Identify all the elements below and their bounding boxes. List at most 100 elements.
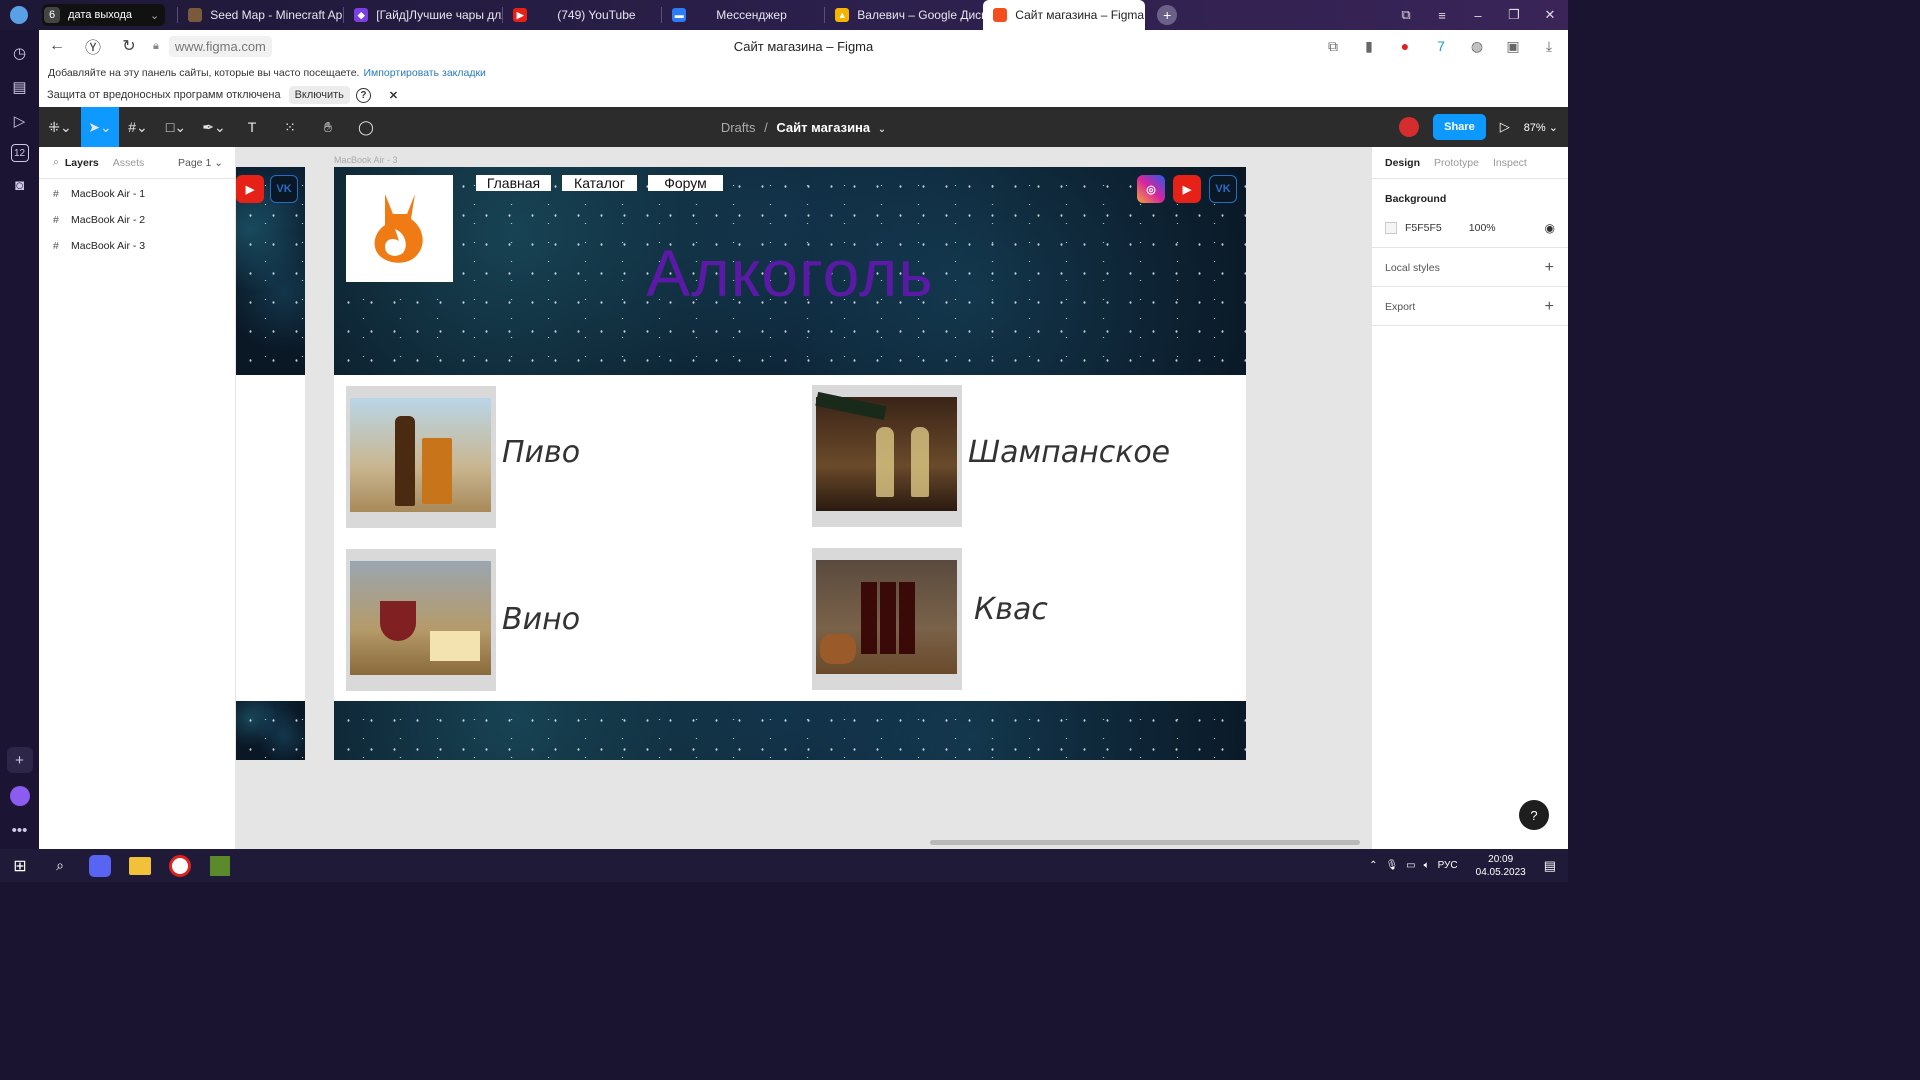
microphone-icon[interactable]: 🎙︎: [1385, 860, 1398, 871]
file-name[interactable]: Сайт магазина: [776, 120, 870, 135]
tab-group[interactable]: 6 дата выхода ⌄: [42, 4, 166, 26]
plus-icon[interactable]: +: [1545, 298, 1554, 316]
vk-icon[interactable]: VK: [1209, 175, 1237, 203]
new-tab-button[interactable]: +: [1145, 0, 1189, 30]
more-icon[interactable]: •••: [9, 819, 31, 841]
horizontal-scrollbar[interactable]: [930, 840, 1360, 845]
color-swatch[interactable]: [1385, 222, 1397, 234]
maximize-icon[interactable]: ❐: [1496, 7, 1532, 23]
frame-label[interactable]: MacBook Air - 3: [334, 155, 398, 165]
tab-youtube[interactable]: ▶ (749) YouTube: [503, 0, 661, 30]
collections-icon[interactable]: ▣: [1502, 38, 1524, 55]
search-icon[interactable]: ⌕: [40, 849, 80, 882]
eye-icon[interactable]: ◉: [1545, 221, 1555, 235]
bookmark-collections-icon[interactable]: ⧉: [1388, 7, 1424, 23]
tab-inspect[interactable]: Inspect: [1493, 157, 1527, 169]
background-hex[interactable]: F5F5F5: [1405, 222, 1442, 234]
move-tool-icon[interactable]: ➤⌄: [81, 107, 119, 147]
help-button[interactable]: ?: [1519, 800, 1549, 830]
left-frame-header[interactable]: ▶ VK: [236, 167, 305, 375]
plus-icon[interactable]: +: [1545, 259, 1554, 277]
instagram-icon[interactable]: ◎: [1137, 175, 1165, 203]
left-frame-footer[interactable]: [236, 701, 305, 760]
search-icon[interactable]: ⌕: [53, 156, 59, 169]
clock[interactable]: 20:09 04.05.2023: [1476, 853, 1526, 879]
text-tool-icon[interactable]: T: [233, 107, 271, 147]
chevron-down-icon[interactable]: ⌄: [150, 9, 159, 22]
volume-icon[interactable]: 🔈︎: [1424, 860, 1430, 871]
tab-messenger[interactable]: ▬ Мессенджер: [662, 0, 824, 30]
avatar[interactable]: [1399, 117, 1420, 137]
tab-assets[interactable]: Assets: [113, 157, 145, 169]
tab-layers[interactable]: Layers: [65, 157, 99, 169]
product-name-kvass[interactable]: Квас: [974, 592, 1048, 627]
tab-design[interactable]: Design: [1385, 157, 1420, 169]
tab-figma[interactable]: Сайт магазина – Figma ✕: [983, 0, 1146, 30]
comment-tool-icon[interactable]: ◯: [347, 107, 385, 147]
reload-icon[interactable]: ↻: [111, 36, 147, 56]
frame-macbook-air-3[interactable]: Главная Каталог Форум Алкоголь ◎ ▶ VK Пи…: [334, 167, 1246, 760]
bookmark-icon[interactable]: ▮: [1358, 38, 1380, 55]
tab-prototype[interactable]: Prototype: [1434, 157, 1479, 169]
layer-row[interactable]: # MacBook Air - 1: [39, 181, 235, 207]
resources-icon[interactable]: ⁙: [271, 107, 309, 147]
chevron-down-icon[interactable]: ⌄: [878, 124, 886, 135]
layer-row[interactable]: # MacBook Air - 3: [39, 233, 235, 259]
nav-forum-button[interactable]: Форум: [648, 175, 723, 191]
tab-seed-map[interactable]: Seed Map - Minecraft App: [178, 0, 343, 30]
copy-icon[interactable]: ⧉: [1322, 38, 1344, 55]
notes-icon[interactable]: ▤: [9, 76, 31, 98]
network-icon[interactable]: ▭: [1406, 860, 1415, 871]
url-field[interactable]: www.figma.com: [168, 35, 272, 57]
notifications-icon[interactable]: ▤: [1544, 858, 1556, 874]
left-frame-body[interactable]: [236, 375, 305, 701]
back-icon[interactable]: ←: [39, 37, 75, 55]
import-bookmarks-link[interactable]: Импортировать закладки: [363, 67, 485, 79]
breadcrumb-drafts[interactable]: Drafts: [721, 120, 756, 135]
pen-tool-icon[interactable]: ✒⌄: [195, 107, 233, 147]
tab-guide[interactable]: ◆ [Гайд]Лучшие чары для в: [344, 0, 502, 30]
nav-home-button[interactable]: Главная: [476, 175, 551, 191]
minimize-icon[interactable]: –: [1460, 8, 1496, 23]
youtube-icon[interactable]: ▶: [1173, 175, 1201, 203]
language-indicator[interactable]: РУС: [1438, 860, 1458, 871]
globe-icon[interactable]: ◍: [1466, 38, 1488, 55]
camera-icon[interactable]: ◙: [9, 174, 31, 196]
background-opacity[interactable]: 100%: [1469, 222, 1496, 234]
tab-google-drive[interactable]: ▲ Валевич – Google Диск: [825, 0, 983, 30]
download-icon[interactable]: ⤓: [1538, 38, 1560, 55]
present-icon[interactable]: ▷: [1500, 119, 1510, 135]
minecraft-icon[interactable]: [200, 849, 240, 882]
antivirus-extension-icon[interactable]: ●: [1394, 38, 1416, 54]
product-card-wine[interactable]: [346, 549, 496, 691]
product-name-wine[interactable]: Вино: [502, 602, 580, 637]
translate-extension-icon[interactable]: 7: [1430, 38, 1452, 54]
file-explorer-icon[interactable]: [120, 849, 160, 882]
hand-tool-icon[interactable]: ✋︎: [309, 107, 347, 147]
windows-start-icon[interactable]: ⊞: [0, 849, 40, 882]
product-card-champagne[interactable]: [812, 385, 962, 527]
figma-menu-icon[interactable]: ⁜⌄: [39, 107, 81, 147]
product-name-champagne[interactable]: Шампанское: [968, 435, 1170, 470]
menu-icon[interactable]: ≡: [1424, 8, 1460, 23]
yandex-icon[interactable]: Ⓨ: [75, 34, 111, 58]
calendar-badge[interactable]: 12: [10, 144, 29, 162]
layer-row[interactable]: # MacBook Air - 2: [39, 207, 235, 233]
yandex-browser-icon[interactable]: [160, 849, 200, 882]
play-icon[interactable]: ▷: [9, 110, 31, 132]
browser-menu-icon[interactable]: [0, 0, 38, 30]
close-window-icon[interactable]: ✕: [1532, 7, 1568, 23]
discord-icon[interactable]: [80, 849, 120, 882]
product-card-beer[interactable]: [346, 386, 496, 528]
close-icon[interactable]: ✕: [389, 89, 398, 102]
figma-canvas[interactable]: ▶ VK MacBook Air - 3 Главная Каталог Фор…: [236, 147, 1371, 849]
frame-tool-icon[interactable]: #⌄: [119, 107, 157, 147]
nav-catalog-button[interactable]: Каталог: [562, 175, 637, 191]
zoom-selector[interactable]: 87% ⌄: [1524, 121, 1558, 134]
share-button[interactable]: Share: [1433, 114, 1486, 140]
help-icon[interactable]: ?: [355, 87, 371, 103]
product-name-beer[interactable]: Пиво: [502, 435, 580, 470]
chevron-up-icon[interactable]: ⌃: [1369, 860, 1377, 871]
add-panel-icon[interactable]: +: [6, 747, 33, 773]
shape-tool-icon[interactable]: □⌄: [157, 107, 195, 147]
